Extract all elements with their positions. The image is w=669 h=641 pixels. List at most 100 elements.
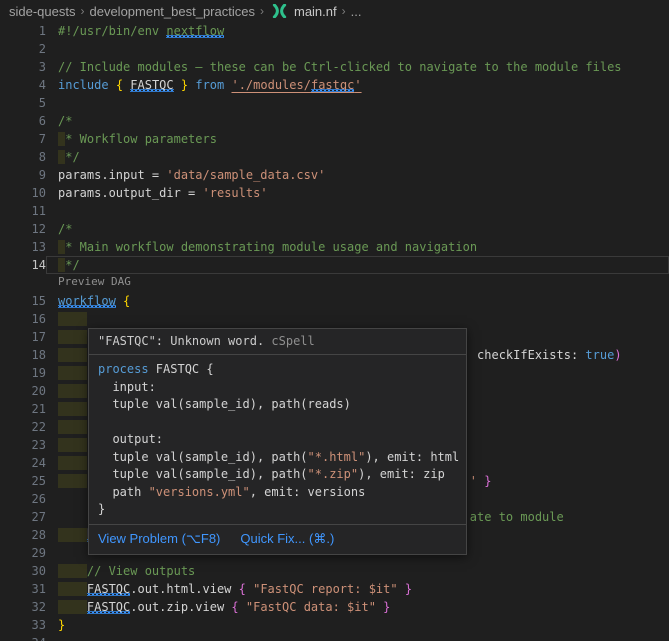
line-number[interactable]: 2 xyxy=(0,40,46,58)
popup-code-line: } xyxy=(98,501,457,519)
code-line[interactable]: 1#!/usr/bin/env nextflow xyxy=(0,22,669,40)
breadcrumb-item-[interactable]: ... xyxy=(351,4,362,19)
line-number[interactable]: 23 xyxy=(0,436,46,454)
line-number[interactable]: 15 xyxy=(0,292,46,310)
quick-fix-action[interactable]: Quick Fix... (⌘.) xyxy=(240,531,334,547)
code-text: include { FASTQC } from './modules/fastq… xyxy=(46,76,669,94)
line-number[interactable]: 34 xyxy=(0,634,46,641)
code-line[interactable]: 12/* xyxy=(0,220,669,238)
code-line[interactable]: 16 xyxy=(0,310,669,328)
code-line[interactable]: 5 xyxy=(0,94,669,112)
code-line[interactable]: 14 */ xyxy=(0,256,669,274)
code-line[interactable]: 31 FASTQC.out.html.view { "FastQC report… xyxy=(0,580,669,598)
code-token: } xyxy=(405,582,412,596)
code-text: /* xyxy=(46,112,669,130)
line-number[interactable]: 25 xyxy=(0,472,46,490)
code-line[interactable]: 33} xyxy=(0,616,669,634)
line-number[interactable]: 21 xyxy=(0,400,46,418)
code-token: output: xyxy=(98,432,163,446)
line-number[interactable]: 13 xyxy=(0,238,46,256)
code-token xyxy=(109,78,116,92)
nextflow-icon xyxy=(271,4,288,18)
line-number[interactable]: 6 xyxy=(0,112,46,130)
code-line[interactable]: 2 xyxy=(0,40,669,58)
code-token: FASTQC xyxy=(130,78,173,92)
code-text: params.output_dir = 'results' xyxy=(46,184,669,202)
popup-code-line: output: xyxy=(98,431,457,449)
line-number[interactable]: 28 xyxy=(0,526,46,544)
code-line[interactable]: 11 xyxy=(0,202,669,220)
line-number[interactable]: 16 xyxy=(0,310,46,328)
line-number[interactable]: 5 xyxy=(0,94,46,112)
code-line[interactable]: 32 FASTQC.out.zip.view { "FastQC data: $… xyxy=(0,598,669,616)
code-token xyxy=(398,582,405,596)
line-number[interactable]: 10 xyxy=(0,184,46,202)
line-number[interactable]: 14 xyxy=(0,256,46,274)
code-line[interactable]: 6/* xyxy=(0,112,669,130)
line-number[interactable]: 3 xyxy=(0,58,46,76)
line-number[interactable]: 24 xyxy=(0,454,46,472)
code-token: true xyxy=(585,348,614,362)
line-number[interactable]: 33 xyxy=(0,616,46,634)
code-token: ), emit: zip xyxy=(358,467,445,481)
breadcrumb-item-main-nf[interactable]: main.nf xyxy=(294,4,337,19)
popup-code-line: input: xyxy=(98,379,457,397)
code-token: .out.html.view xyxy=(130,582,238,596)
code-line[interactable]: 4include { FASTQC } from './modules/fast… xyxy=(0,76,669,94)
code-token: */ xyxy=(65,258,79,272)
code-line[interactable]: 34 xyxy=(0,634,669,641)
code-token xyxy=(58,564,87,578)
code-token: workflow xyxy=(58,294,116,308)
hover-code-block: process FASTQC { input: tuple val(sample… xyxy=(89,355,466,524)
code-line[interactable]: 9params.input = 'data/sample_data.csv' xyxy=(0,166,669,184)
line-number[interactable]: 30 xyxy=(0,562,46,580)
line-number[interactable]: 9 xyxy=(0,166,46,184)
code-line[interactable]: 15workflow { xyxy=(0,292,669,310)
code-line[interactable]: 30 // View outputs xyxy=(0,562,669,580)
line-number[interactable]: 29 xyxy=(0,544,46,562)
line-number[interactable]: 22 xyxy=(0,418,46,436)
diagnostic-text: "FASTQC": Unknown word. xyxy=(98,334,264,348)
code-text: #!/usr/bin/env nextflow xyxy=(46,22,669,40)
line-number[interactable]: 4 xyxy=(0,76,46,94)
code-token: from xyxy=(195,78,224,92)
code-line[interactable]: 7 * Workflow parameters xyxy=(0,130,669,148)
code-token xyxy=(58,456,87,470)
code-token xyxy=(58,366,87,380)
line-number[interactable]: 19 xyxy=(0,364,46,382)
breadcrumb-item-side-quests[interactable]: side-quests xyxy=(9,4,75,19)
code-line[interactable]: 8 */ xyxy=(0,148,669,166)
code-token xyxy=(58,348,87,362)
code-token: process xyxy=(98,362,149,376)
code-token xyxy=(58,384,87,398)
breadcrumb-item-development-best-practices[interactable]: development_best_practices xyxy=(89,4,255,19)
code-token: } xyxy=(484,474,491,488)
line-number[interactable]: 27 xyxy=(0,508,46,526)
line-number[interactable]: 20 xyxy=(0,382,46,400)
line-number[interactable]: 12 xyxy=(0,220,46,238)
popup-code-line: process FASTQC { xyxy=(98,361,457,379)
code-line[interactable]: 3// Include modules — these can be Ctrl-… xyxy=(0,58,669,76)
line-number[interactable]: 1 xyxy=(0,22,46,40)
code-text: */ xyxy=(46,148,669,166)
code-text: FASTQC.out.zip.view { "FastQC data: $it"… xyxy=(46,598,669,616)
code-line[interactable]: 13 * Main workflow demonstrating module … xyxy=(0,238,669,256)
line-number[interactable]: 18 xyxy=(0,346,46,364)
codelens-preview-dag[interactable]: Preview DAG xyxy=(58,274,131,292)
code-token: } xyxy=(98,502,105,516)
code-text xyxy=(46,94,669,112)
line-number[interactable]: 26 xyxy=(0,490,46,508)
code-token: FASTQC { xyxy=(149,362,214,376)
code-token: ) xyxy=(614,348,621,362)
line-number[interactable]: 31 xyxy=(0,580,46,598)
view-problem-action[interactable]: View Problem (⌥F8) xyxy=(98,531,220,547)
line-number[interactable]: 17 xyxy=(0,328,46,346)
line-number[interactable]: 32 xyxy=(0,598,46,616)
code-token: ' xyxy=(354,78,361,92)
code-token: "*.zip" xyxy=(308,467,359,481)
code-line[interactable]: 10params.output_dir = 'results' xyxy=(0,184,669,202)
code-token: { xyxy=(239,582,246,596)
line-number[interactable]: 11 xyxy=(0,202,46,220)
line-number[interactable]: 7 xyxy=(0,130,46,148)
line-number[interactable]: 8 xyxy=(0,148,46,166)
